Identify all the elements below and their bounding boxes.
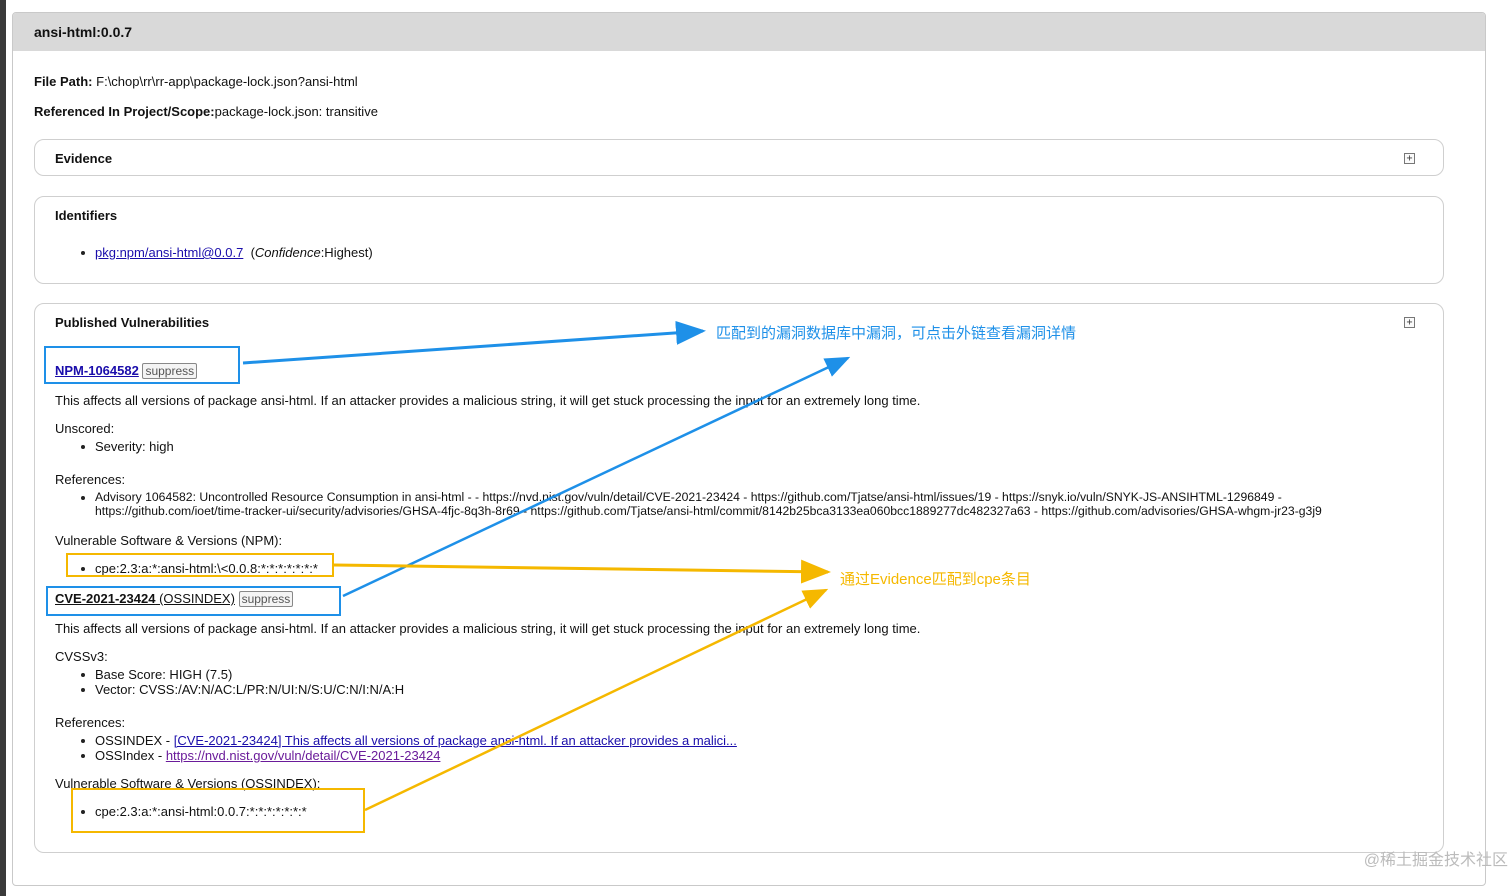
annotation-arrows xyxy=(242,320,851,812)
arrow-npm-to-note xyxy=(242,320,706,365)
watermark: @稀土掘金技术社区 xyxy=(1363,852,1508,869)
annotation-blue-note: 匹配到的漏洞数据库中漏洞，可点击外链查看漏洞详情 xyxy=(716,325,1077,342)
arrow-ossindex-cpe-to-note xyxy=(364,588,829,812)
arrow-cve-to-note xyxy=(342,356,851,598)
arrow-npm-cpe-to-note xyxy=(333,559,831,584)
annotation-orange-note: 通过Evidence匹配到cpe条目 xyxy=(840,571,1031,588)
